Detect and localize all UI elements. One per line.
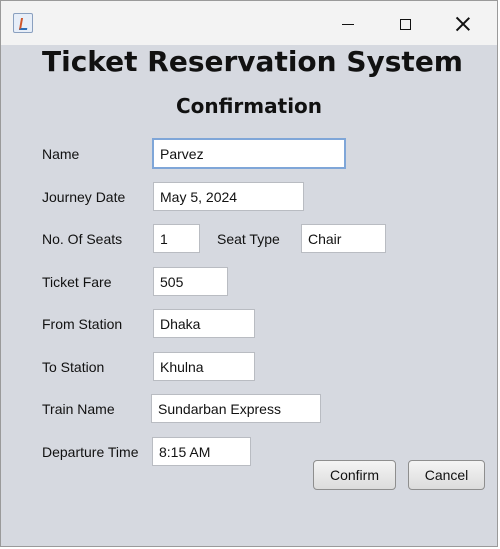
train-name-label: Train Name bbox=[42, 401, 115, 417]
seats-label: No. Of Seats bbox=[42, 231, 123, 247]
cancel-button[interactable]: Cancel bbox=[408, 460, 485, 490]
journey-date-label: Journey Date bbox=[42, 189, 126, 205]
seat-type-label: Seat Type bbox=[217, 231, 280, 247]
from-station-label: From Station bbox=[42, 316, 123, 332]
to-station-field[interactable] bbox=[153, 352, 255, 381]
seat-type-field[interactable] bbox=[301, 224, 386, 253]
to-station-label: To Station bbox=[42, 359, 105, 375]
ticket-fare-label: Ticket Fare bbox=[42, 274, 112, 290]
page-title: Ticket Reservation System bbox=[42, 45, 463, 78]
name-label: Name bbox=[42, 146, 80, 162]
minimize-button[interactable] bbox=[325, 9, 371, 39]
java-icon[interactable] bbox=[13, 13, 33, 33]
title-bar bbox=[1, 1, 497, 45]
journey-date-field[interactable] bbox=[153, 182, 304, 211]
seats-field[interactable] bbox=[153, 224, 200, 253]
name-field[interactable] bbox=[152, 138, 346, 169]
train-name-field[interactable] bbox=[151, 394, 321, 423]
minimize-icon bbox=[342, 23, 354, 25]
departure-time-field[interactable] bbox=[152, 437, 251, 466]
from-station-field[interactable] bbox=[153, 309, 255, 338]
ticket-fare-field[interactable] bbox=[153, 267, 228, 296]
app-window: Ticket Reservation System Confirmation N… bbox=[0, 0, 498, 547]
maximize-icon bbox=[399, 18, 411, 30]
departure-time-label: Departure Time bbox=[42, 444, 139, 460]
page-subtitle: Confirmation bbox=[175, 94, 323, 118]
maximize-button[interactable] bbox=[382, 9, 428, 39]
close-button[interactable] bbox=[440, 9, 486, 39]
close-icon bbox=[455, 16, 471, 32]
confirm-button[interactable]: Confirm bbox=[313, 460, 396, 490]
